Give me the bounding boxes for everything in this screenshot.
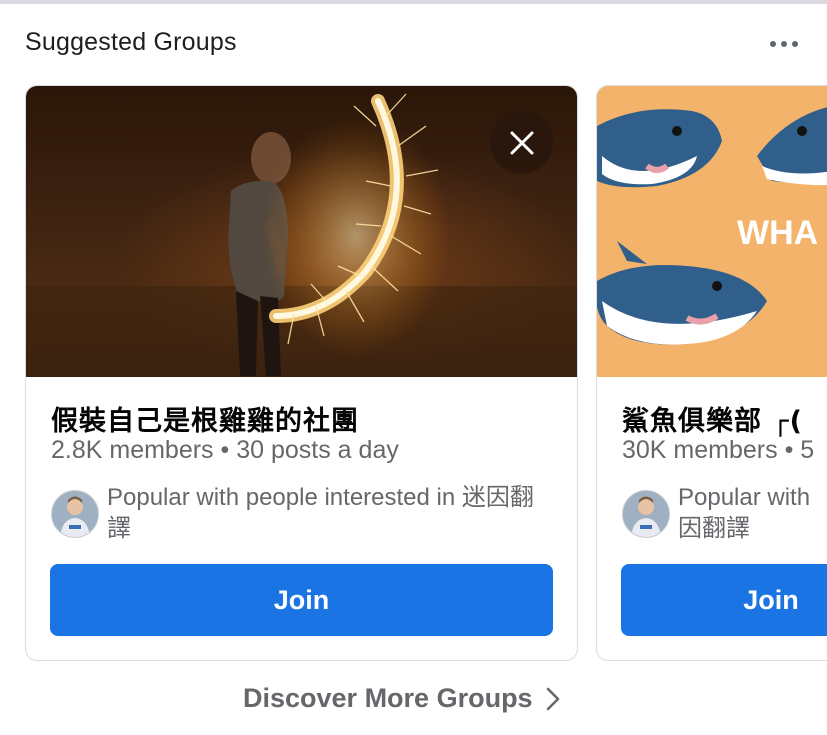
person-avatar-icon <box>52 491 98 537</box>
avatar <box>51 490 99 538</box>
image-caption: WHA <box>737 214 818 252</box>
group-stats: 30K members • 5 <box>622 436 814 465</box>
top-divider <box>0 0 827 4</box>
join-button[interactable]: Join <box>50 564 553 636</box>
group-card[interactable]: WHA 鯊魚俱樂部 ┌( 30K members • 5 Popular wit… <box>596 85 827 661</box>
more-dot <box>781 41 787 47</box>
close-icon <box>510 131 533 154</box>
person-avatar-icon <box>623 491 669 537</box>
meta-separator: • <box>220 436 230 464</box>
post-frequency: 30 posts a day <box>236 436 399 464</box>
group-card[interactable]: 假裝自己是根雞雞的社團 2.8K members • 30 posts a da… <box>25 85 578 661</box>
member-count: 30K members <box>622 436 778 464</box>
popular-line-1: Popular with <box>678 484 811 511</box>
group-name[interactable]: 假裝自己是根雞雞的社團 <box>51 399 359 438</box>
group-name[interactable]: 鯊魚俱樂部 ┌( <box>622 399 803 438</box>
discover-more-groups-link[interactable]: Discover More Groups <box>243 683 561 714</box>
popular-line-2: 因翻譯 <box>678 515 750 542</box>
popular-with-text: Popular with 因翻譯 <box>678 482 827 544</box>
shark-illustration: WHA <box>597 107 827 345</box>
discover-label: Discover More Groups <box>243 683 533 713</box>
group-cover-image[interactable] <box>26 86 577 377</box>
avatar <box>622 490 670 538</box>
section-title: Suggested Groups <box>25 28 237 56</box>
dismiss-button[interactable] <box>490 111 553 174</box>
chevron-right-icon <box>546 687 559 710</box>
more-options-button[interactable] <box>760 24 808 64</box>
more-dot <box>792 41 798 47</box>
meta-separator: • <box>784 436 794 464</box>
group-cover-image[interactable]: WHA <box>597 86 827 377</box>
join-button[interactable]: Join <box>621 564 827 636</box>
member-count: 2.8K members <box>51 436 214 464</box>
more-dots-icon <box>770 41 776 47</box>
popular-with-text: Popular with people interested in 迷因翻譯 <box>107 484 534 542</box>
post-frequency: 5 <box>800 436 815 464</box>
group-stats: 2.8K members • 30 posts a day <box>51 436 399 465</box>
